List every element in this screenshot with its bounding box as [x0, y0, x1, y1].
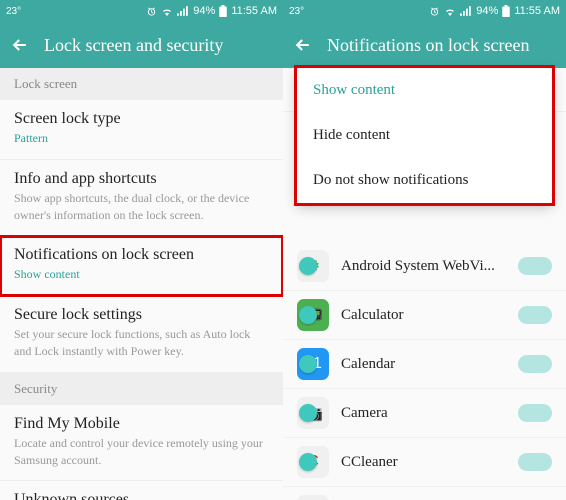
app-row[interactable]: CCCleaner [283, 438, 566, 487]
item-subtitle: Pattern [14, 130, 269, 147]
item-subtitle: Locate and control your device remotely … [14, 435, 269, 469]
app-row[interactable]: 📷Camera [283, 389, 566, 438]
app-name: Android System WebVi... [341, 258, 510, 275]
wifi-icon [161, 6, 173, 16]
left-panel: 23° 94% 11:55 AM Lock screen and securit… [0, 0, 283, 500]
wifi-icon [444, 6, 456, 16]
header: Lock screen and security [0, 22, 283, 68]
section-lock-screen: Lock screen [0, 68, 283, 100]
setting-item[interactable]: Unknown sourcesAllow installation of app… [0, 481, 283, 500]
status-time: 11:55 AM [231, 5, 277, 17]
app-row[interactable]: ⚙Android System WebVi... [283, 242, 566, 291]
item-subtitle: Show content [14, 266, 269, 283]
status-temp: 23° [6, 6, 21, 17]
item-title: Notifications on lock screen [14, 246, 269, 264]
popup-option-hide[interactable]: Hide content [297, 113, 552, 158]
app-name: CCleaner [341, 454, 510, 471]
back-icon[interactable] [293, 35, 313, 55]
app-name: Calculator [341, 307, 510, 324]
item-title: Secure lock settings [14, 306, 269, 324]
app-row[interactable]: 31Calendar [283, 340, 566, 389]
status-bar: 23° 94% 11:55 AM [0, 0, 283, 22]
alarm-icon [429, 6, 440, 17]
status-right: 94% 11:55 AM [429, 5, 560, 17]
alarm-icon [146, 6, 157, 17]
status-temp: 23° [289, 6, 304, 17]
app-toggle[interactable] [518, 257, 552, 275]
battery-icon [219, 5, 227, 17]
status-time: 11:55 AM [514, 5, 560, 17]
app-toggle[interactable] [518, 306, 552, 324]
signal-icon [460, 6, 472, 16]
app-name: Camera [341, 405, 510, 422]
setting-item[interactable]: Notifications on lock screen Show content [0, 236, 283, 296]
header: Notifications on lock screen [283, 22, 566, 68]
app-row[interactable]: ◉Chrome [283, 487, 566, 500]
options-popup: Show content Hide content Do not show no… [297, 68, 552, 203]
item-title: Info and app shortcuts [14, 170, 269, 188]
setting-item[interactable]: Find My Mobile Locate and control your de… [0, 405, 283, 482]
app-row[interactable]: 📟Calculator [283, 291, 566, 340]
popup-option-show[interactable]: Show content [297, 68, 552, 113]
popup-option-none[interactable]: Do not show notifications [297, 158, 552, 203]
item-subtitle: Show app shortcuts, the dual clock, or t… [14, 190, 269, 224]
header-title: Notifications on lock screen [327, 35, 529, 56]
section-security: Security [0, 373, 283, 405]
app-name: Calendar [341, 356, 510, 373]
status-bar: 23° 94% 11:55 AM [283, 0, 566, 22]
status-battery: 94% [193, 5, 215, 17]
right-panel: 23° 94% 11:55 AM Notifications on lock s… [283, 0, 566, 500]
item-title: Find My Mobile [14, 415, 269, 433]
back-icon[interactable] [10, 35, 30, 55]
app-toggle[interactable] [518, 355, 552, 373]
app-icon: ◉ [297, 495, 329, 500]
signal-icon [177, 6, 189, 16]
app-toggle[interactable] [518, 453, 552, 471]
status-right: 94% 11:55 AM [146, 5, 277, 17]
item-title: Unknown sources [14, 491, 269, 500]
setting-item[interactable]: Info and app shortcuts Show app shortcuts… [0, 160, 283, 237]
status-battery: 94% [476, 5, 498, 17]
setting-item[interactable]: Secure lock settings Set your secure lock… [0, 296, 283, 373]
battery-icon [502, 5, 510, 17]
header-title: Lock screen and security [44, 35, 223, 56]
setting-item[interactable]: Screen lock type Pattern [0, 100, 283, 160]
item-title: Screen lock type [14, 110, 269, 128]
app-toggle[interactable] [518, 404, 552, 422]
item-subtitle: Set your secure lock functions, such as … [14, 326, 269, 360]
